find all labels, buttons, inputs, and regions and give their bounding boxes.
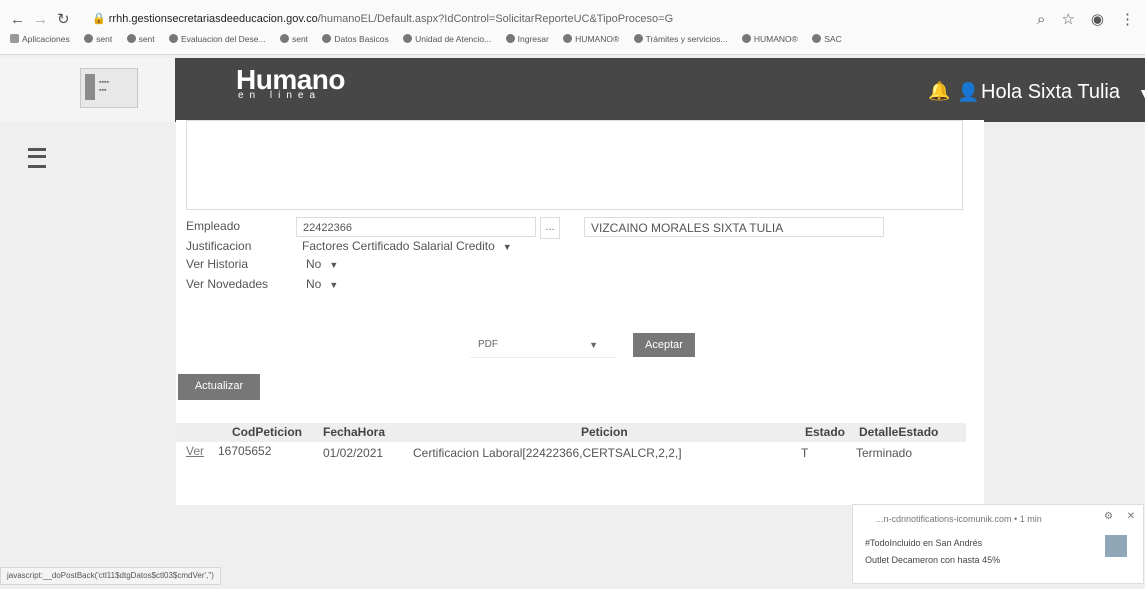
logo-area: ▪▪▪▪ ▪▪▪ [0, 58, 175, 122]
report-panel: Empleado 22422366 ... VIZCAINO MORALES S… [176, 120, 984, 505]
actualizar-button[interactable]: Actualizar [178, 374, 260, 400]
ver-historia-select[interactable]: No ▼ [306, 257, 338, 271]
star-icon[interactable]: ☆ [1061, 11, 1074, 28]
estado-cell: T [801, 446, 809, 460]
address-bar[interactable]: 🔒 rrhh.gestionsecretariasdeeducacion.gov… [92, 12, 673, 25]
justificacion-label: Justificacion [186, 239, 252, 253]
notifications-bell-icon[interactable]: 🔔 [928, 81, 950, 102]
ver-link[interactable]: Ver [186, 443, 204, 460]
globe-icon [84, 34, 94, 43]
crest-icon [85, 74, 95, 100]
ver-novedades-label: Ver Novedades [186, 277, 269, 291]
ver-historia-label: Ver Historia [186, 257, 249, 271]
bookmark[interactable]: Unidad de Atencio... [403, 34, 491, 44]
format-select[interactable]: PDF ▼ [470, 333, 616, 358]
reload-icon[interactable]: ↻ [57, 10, 70, 30]
app-header: ▪▪▪▪ ▪▪▪ Humano en linea 🔔 👤Hola Sixta Tu… [0, 58, 1145, 122]
user-icon: 👤 [957, 82, 980, 102]
empleado-input[interactable]: 22422366 [296, 217, 536, 237]
globe-icon [812, 34, 822, 43]
empleado-name-field: VIZCAINO MORALES SIXTA TULIA [584, 217, 884, 237]
browser-nav-row: ← → ↻ 🔒 rrhh.gestionsecretariasdeeducaci… [0, 10, 1145, 32]
gear-icon[interactable]: ⚙ [1104, 511, 1113, 522]
globe-icon [126, 34, 136, 43]
status-bar: javascript:__doPostBack('ctl11$dtgDatos$… [0, 567, 221, 585]
empleado-label: Empleado [186, 219, 241, 233]
chevron-down-icon: ▼ [1137, 85, 1145, 101]
bookmark[interactable]: HUMANO® [563, 34, 619, 44]
chevron-down-icon: ▼ [589, 340, 598, 350]
globe-icon [279, 34, 289, 43]
bookmark[interactable]: Trámites y servicios... [633, 34, 727, 44]
bookmark[interactable]: Evaluacion del Dese... [169, 34, 266, 44]
zoom-icon[interactable]: ⌕ [1037, 11, 1045, 28]
globe-icon [633, 34, 643, 43]
more-menu-icon[interactable]: ⋮ [1120, 11, 1135, 28]
back-icon[interactable]: ← [10, 10, 25, 30]
chevron-down-icon: ▼ [329, 280, 339, 290]
logo-mark: ▪▪▪▪ ▪▪▪ [99, 79, 109, 94]
globe-icon [322, 34, 332, 43]
browser-right-icons: ⌕ ☆ ◉ ⋮ [1021, 10, 1135, 28]
user-menu[interactable]: 👤Hola Sixta Tulia ▼ [957, 81, 1145, 104]
globe-icon [741, 34, 751, 43]
bookmark[interactable]: SAC [812, 34, 842, 44]
ver-novedades-select[interactable]: No ▼ [306, 277, 338, 291]
bookmark-apps[interactable]: Aplicaciones [10, 34, 70, 44]
column-header[interactable]: CodPeticion [232, 423, 302, 442]
bookmark[interactable]: sent [126, 34, 155, 44]
chevron-down-icon: ▼ [329, 260, 339, 270]
notification-thumbnail [1105, 535, 1127, 557]
table-header: CodPeticion FechaHora Peticion Estado De… [176, 423, 966, 442]
globe-icon [403, 34, 413, 43]
aceptar-button[interactable]: Aceptar [633, 333, 695, 357]
profile-icon[interactable]: ◉ [1091, 11, 1104, 28]
browser-chrome: ← → ↻ 🔒 rrhh.gestionsecretariasdeeducaci… [0, 0, 1145, 55]
browser-notification[interactable]: ...n-cdnnotifications-icomunik.com • 1 m… [852, 504, 1144, 584]
globe-icon [169, 34, 179, 43]
forward-icon[interactable]: → [33, 10, 48, 30]
bookmark[interactable]: HUMANO® [741, 34, 798, 44]
brand-logo: Humano en linea [236, 64, 346, 102]
column-header[interactable]: DetalleEstado [859, 423, 938, 442]
secretaria-logo: ▪▪▪▪ ▪▪▪ [80, 68, 138, 108]
globe-icon [505, 34, 515, 43]
bookmark[interactable]: sent [84, 34, 112, 44]
column-header[interactable]: Peticion [581, 423, 628, 442]
justificacion-select[interactable]: Factores Certificado Salarial Credito ▼ [302, 239, 512, 253]
column-header[interactable]: Estado [805, 423, 845, 442]
bookmarks-bar: Aplicaciones sent sent Evaluacion del De… [10, 34, 854, 50]
chevron-down-icon: ▼ [502, 242, 512, 252]
observations-textarea[interactable] [186, 120, 963, 210]
peticion-cell: Certificacion Laboral[22422366,CERTSALCR… [413, 446, 682, 460]
apps-icon [10, 34, 19, 43]
column-header[interactable]: FechaHora [323, 423, 385, 442]
close-icon[interactable]: ✕ [1127, 511, 1135, 522]
bookmark[interactable]: sent [279, 34, 308, 44]
globe-icon [563, 34, 573, 43]
bookmark[interactable]: Datos Basicos [322, 34, 389, 44]
bookmark[interactable]: Ingresar [505, 34, 549, 44]
hamburger-menu-icon[interactable] [28, 148, 46, 168]
cod-peticion-cell: 16705652 [218, 444, 272, 458]
lookup-button[interactable]: ... [540, 217, 560, 239]
fecha-hora-cell: 01/02/2021 [323, 446, 384, 460]
detalle-estado-cell: Terminado [856, 446, 913, 460]
